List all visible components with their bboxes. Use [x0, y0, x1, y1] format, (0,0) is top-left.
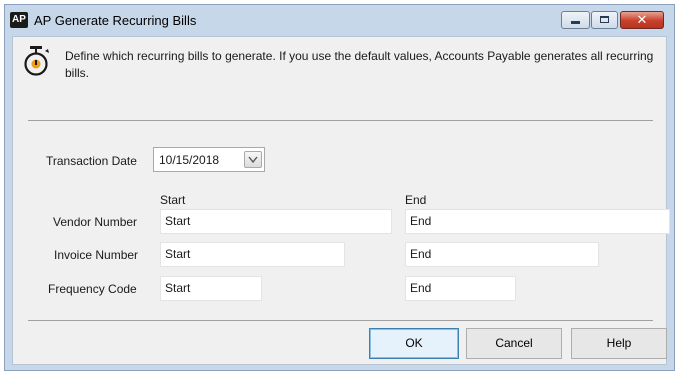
end-column-header: End [405, 193, 427, 207]
help-button[interactable]: Help [571, 328, 667, 359]
transaction-date-field[interactable]: 10/15/2018 [153, 147, 265, 172]
close-icon: ✕ [636, 12, 648, 27]
invoice-number-start-input[interactable]: Start [160, 242, 345, 267]
dialog-body: Define which recurring bills to generate… [12, 36, 670, 365]
minimize-button[interactable] [561, 11, 590, 29]
window-title: AP Generate Recurring Bills [34, 13, 197, 28]
transaction-date-label: Transaction Date [46, 154, 137, 168]
close-button[interactable]: ✕ [620, 11, 664, 29]
start-column-header: Start [160, 193, 186, 207]
dialog-window: AP AP Generate Recurring Bills ✕ Define … [4, 4, 675, 371]
frequency-code-end-input[interactable]: End [405, 276, 516, 301]
vendor-number-end-input[interactable]: End [405, 209, 670, 234]
vendor-number-label: Vendor Number [53, 215, 138, 229]
cancel-button[interactable]: Cancel [466, 328, 562, 359]
ok-button[interactable]: OK [369, 328, 459, 359]
transaction-date-value: 10/15/2018 [159, 153, 220, 167]
top-divider [28, 120, 653, 121]
invoice-number-end-input[interactable]: End [405, 242, 599, 267]
maximize-icon [600, 16, 609, 23]
invoice-number-label: Invoice Number [54, 248, 139, 262]
chevron-down-icon [248, 156, 258, 164]
title-bar[interactable]: AP AP Generate Recurring Bills ✕ [5, 5, 674, 37]
frequency-code-start-input[interactable]: Start [160, 276, 262, 301]
minimize-icon [571, 21, 580, 24]
timer-icon [24, 46, 49, 76]
maximize-button[interactable] [591, 11, 618, 29]
vendor-number-start-input[interactable]: Start [160, 209, 392, 234]
bottom-divider [28, 320, 653, 321]
frequency-code-label: Frequency Code [48, 282, 137, 296]
instructions-text: Define which recurring bills to generate… [65, 49, 654, 80]
app-icon: AP [10, 12, 28, 28]
date-dropdown-button[interactable] [244, 151, 262, 168]
